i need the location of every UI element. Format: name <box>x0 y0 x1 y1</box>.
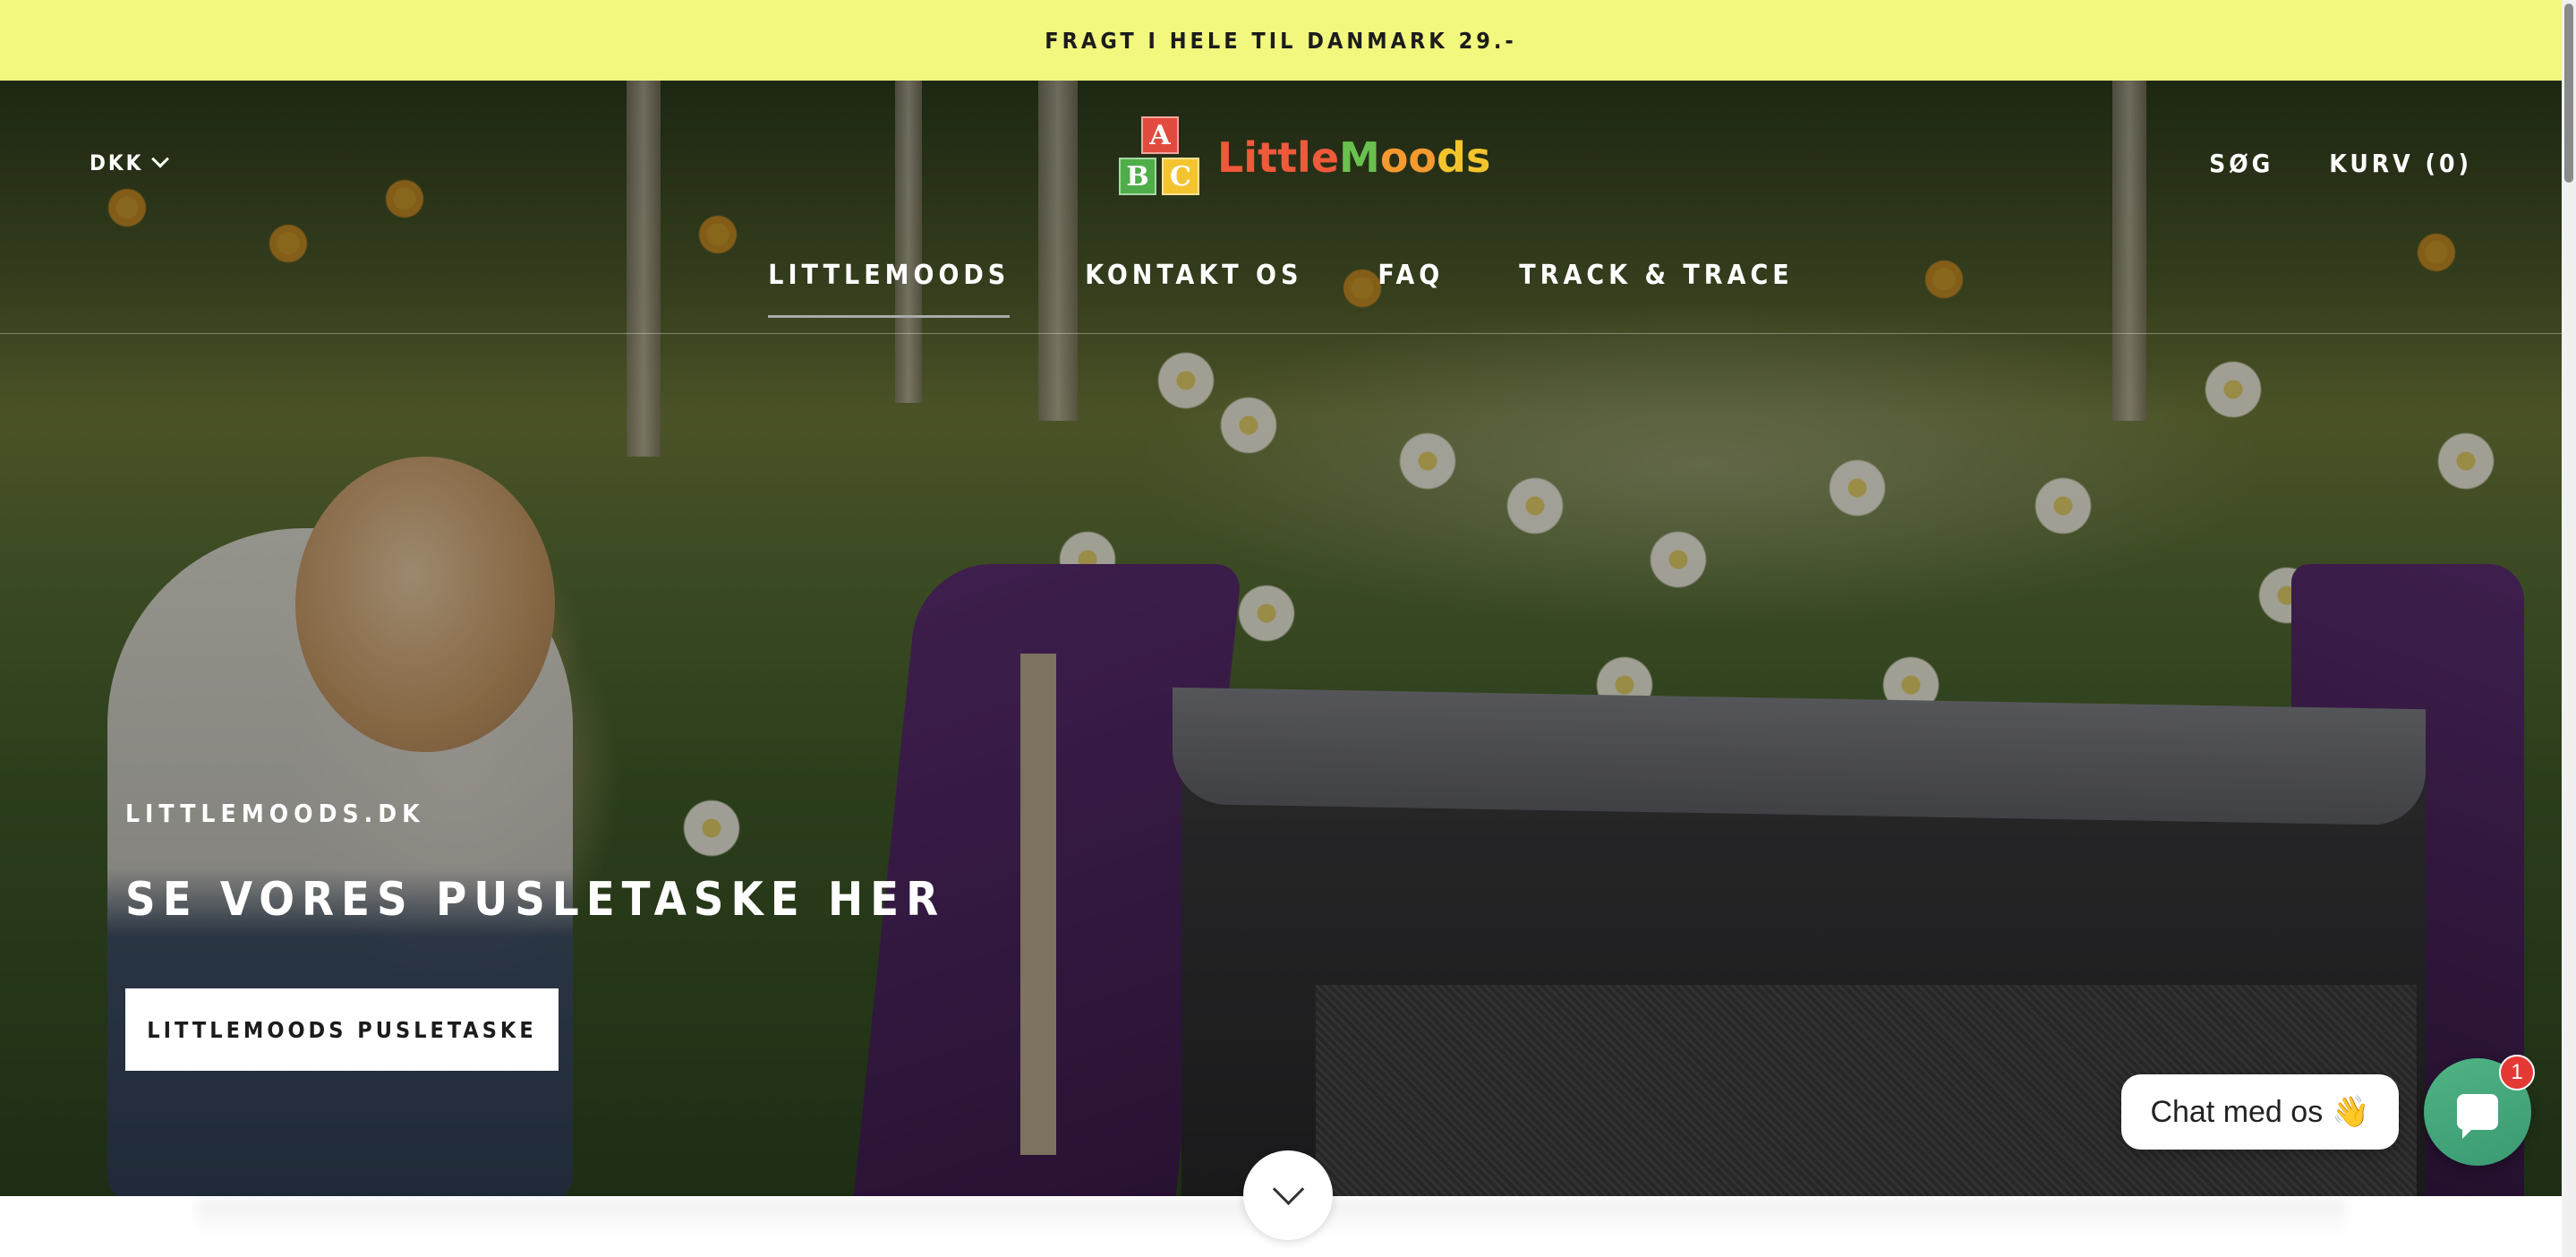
header-actions: SØG KURV (0) <box>2209 149 2472 178</box>
scrollbar-thumb[interactable] <box>2564 4 2573 183</box>
currency-selector[interactable]: DKK <box>90 150 170 175</box>
chat-invite-pill[interactable]: Chat med os 👋 <box>2121 1074 2399 1150</box>
cart-link[interactable]: KURV (0) <box>2329 149 2472 178</box>
nav-item-kontakt-os[interactable]: KONTAKT OS <box>1085 260 1302 316</box>
waving-hand-icon: 👋 <box>2332 1095 2370 1129</box>
chevron-down-icon <box>151 150 170 168</box>
chevron-down-icon <box>1272 1173 1304 1205</box>
logo-text: LittleMoods <box>1217 133 1491 182</box>
hero-headline: SE VORES PUSLETASKE HER <box>125 873 946 927</box>
search-link[interactable]: SØG <box>2209 149 2273 178</box>
nav-item-littlemoods[interactable]: LITTLEMOODS <box>768 260 1011 318</box>
chat-bubble-icon <box>2457 1094 2498 1139</box>
hero-eyebrow: LITTLEMOODS.DK <box>125 799 425 828</box>
logo-block-c: C <box>1162 158 1199 195</box>
currency-label: DKK <box>90 150 144 175</box>
nav-item-faq[interactable]: FAQ <box>1378 260 1444 316</box>
logo-block-a: A <box>1141 116 1179 154</box>
scroll-down-button[interactable] <box>1243 1150 1333 1240</box>
chat-invite-text: Chat med os <box>2150 1094 2324 1129</box>
site-logo[interactable]: A B C LittleMoods <box>1119 116 1490 199</box>
main-nav: LITTLEMOODS KONTAKT OS FAQ TRACK & TRACE <box>0 260 2562 318</box>
page-scrollbar[interactable] <box>2562 0 2576 1257</box>
announcement-bar: FRAGT I HELE TIL DANMARK 29.- <box>0 0 2562 81</box>
nav-item-track-trace[interactable]: TRACK & TRACE <box>1519 260 1793 316</box>
abc-blocks-icon: A B C <box>1119 116 1208 199</box>
logo-block-b: B <box>1119 158 1156 195</box>
hero-cta-button[interactable]: LITTLEMOODS PUSLETASKE <box>125 988 559 1071</box>
chat-unread-badge: 1 <box>2499 1055 2535 1090</box>
announcement-text: FRAGT I HELE TIL DANMARK 29.- <box>1045 27 1517 54</box>
site-header: DKK A B C LittleMoods SØG KURV (0) LITTL… <box>0 81 2562 334</box>
